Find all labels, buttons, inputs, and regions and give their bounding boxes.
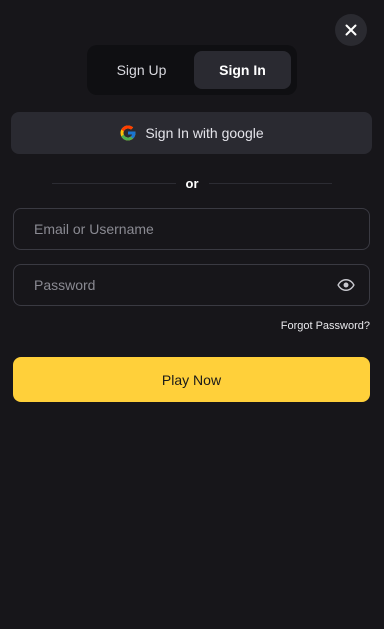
divider-line-left	[52, 182, 176, 184]
tab-sign-up[interactable]: Sign Up	[93, 51, 190, 89]
close-icon	[345, 24, 357, 36]
divider-line-right	[208, 182, 332, 184]
google-sign-in-button[interactable]: Sign In with google	[11, 112, 372, 154]
auth-tabs: Sign Up Sign In	[87, 45, 297, 95]
play-now-button[interactable]: Play Now	[13, 357, 370, 402]
email-input[interactable]	[34, 221, 349, 237]
password-input[interactable]	[34, 277, 337, 293]
google-icon	[120, 125, 136, 141]
password-field-wrapper	[13, 264, 370, 306]
tab-sign-in[interactable]: Sign In	[194, 51, 291, 89]
or-divider: or	[52, 174, 332, 192]
google-button-label: Sign In with google	[145, 125, 264, 141]
eye-icon[interactable]	[337, 276, 355, 294]
forgot-password-link[interactable]: Forgot Password?	[281, 320, 370, 332]
close-button[interactable]	[335, 14, 367, 46]
divider-label: or	[185, 175, 199, 191]
email-field-wrapper	[13, 208, 370, 250]
